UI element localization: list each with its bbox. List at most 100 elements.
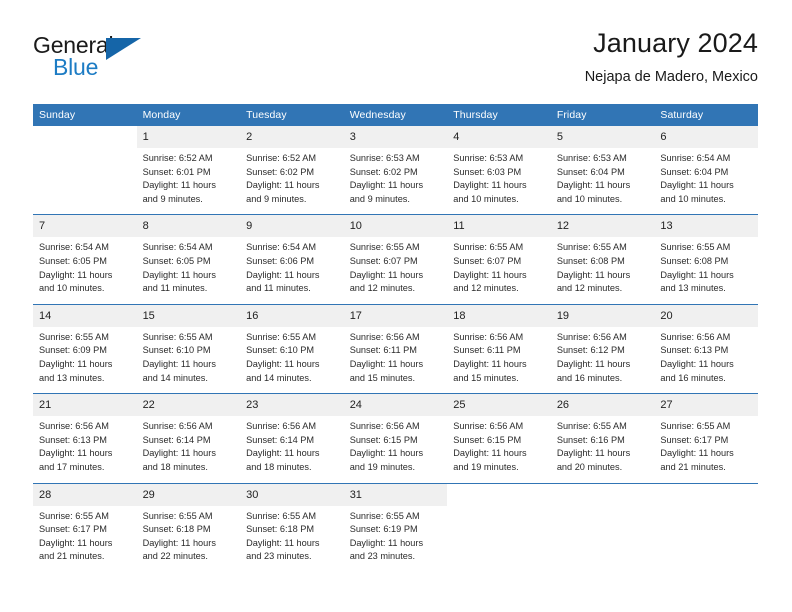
sunrise-text: Sunrise: 6:53 AM xyxy=(349,153,420,163)
day-number: 21 xyxy=(33,394,137,417)
calendar-day-cell[interactable]: 6 Sunrise: 6:54 AM Sunset: 6:04 PM Daylight… xyxy=(654,126,758,215)
sunrise-text: Sunrise: 6:55 AM xyxy=(660,421,731,432)
calendar-day-cell[interactable]: 25 Sunrise: 6:56 AM Sunset: 6:15 PM Dayligh… xyxy=(447,394,551,483)
calendar-header-row: Sunday Monday Tuesday Wednesday Thursday Frid… xyxy=(33,104,758,126)
day-cell-inner: 23 Sunrise: 6:56 AM Sunset: 6:14 PM Dayligh… xyxy=(240,394,344,482)
daylight-text-line1: Daylight: 11 hours xyxy=(556,180,631,191)
calendar-week-row: 7 Sunrise: 6:54 AM Sunset: 6:05 PM Daylight… xyxy=(33,214,758,304)
day-cell-inner: 6 Sunrise: 6:54 AM Sunset: 6:04 PM Daylight… xyxy=(654,126,758,214)
calendar-day-cell[interactable]: 8 Sunrise: 6:54 AM Sunset: 6:05 PM Daylight… xyxy=(136,215,241,304)
calendar-day-cell[interactable]: 24 Sunrise: 6:56 AM Sunset: 6:15 PM Dayligh… xyxy=(343,394,448,483)
daylight-text-line1: Daylight: 11 hours xyxy=(453,180,527,191)
calendar-day-cell[interactable]: 12 Sunrise: 6:55 AM Sunset: 6:08 PM Dayligh… xyxy=(550,215,655,304)
calendar-day-cell[interactable]: 23 Sunrise: 6:56 AM Sunset: 6:14 PM Dayligh… xyxy=(240,394,344,483)
calendar-day-cell[interactable]: 17 Sunrise: 6:56 AM Sunset: 6:11 PM Dayligh… xyxy=(343,304,448,393)
sunrise-text: Sunrise: 6:52 AM xyxy=(246,153,317,163)
sunrise-text: Sunrise: 6:56 AM xyxy=(453,421,524,432)
day-sun-info: Sunrise: 6:56 AM Sunset: 6:14 PM Daylight:… xyxy=(240,416,344,482)
sunset-text: Sunset: 6:05 PM xyxy=(39,255,107,266)
weekday-header-wednesday: Wednesday xyxy=(343,104,448,126)
logo-triangle-icon xyxy=(106,38,141,60)
sunset-text: Sunset: 6:07 PM xyxy=(453,255,522,266)
calendar-cell-empty xyxy=(447,483,551,572)
calendar-day-cell[interactable]: 14 Sunrise: 6:55 AM Sunset: 6:09 PM Dayligh… xyxy=(33,304,137,393)
day-sun-info: Sunrise: 6:54 AM Sunset: 6:05 PM Daylight:… xyxy=(137,237,241,303)
daylight-text-line1: Daylight: 11 hours xyxy=(142,448,216,459)
calendar-day-cell[interactable]: 5 Sunrise: 6:53 AM Sunset: 6:04 PM Daylight… xyxy=(550,126,655,215)
day-sun-info: Sunrise: 6:55 AM Sunset: 6:10 PM Daylight:… xyxy=(137,327,241,393)
calendar-day-cell[interactable]: 7 Sunrise: 6:54 AM Sunset: 6:05 PM Daylight… xyxy=(33,215,137,304)
day-sun-info: Sunrise: 6:56 AM Sunset: 6:14 PM Daylight:… xyxy=(137,416,241,482)
day-sun-info: Sunrise: 6:55 AM Sunset: 6:07 PM Daylight:… xyxy=(447,237,551,303)
day-number xyxy=(447,483,551,506)
daylight-text-line2: and 12 minutes. xyxy=(453,283,519,294)
sunset-text: Sunset: 6:10 PM xyxy=(142,345,211,356)
calendar-day-cell[interactable]: 22 Sunrise: 6:56 AM Sunset: 6:14 PM Dayligh… xyxy=(136,394,241,483)
calendar-day-cell[interactable]: 27 Sunrise: 6:55 AM Sunset: 6:17 PM Dayligh… xyxy=(654,394,758,483)
calendar-day-cell[interactable]: 4 Sunrise: 6:53 AM Sunset: 6:03 PM Daylight… xyxy=(447,126,551,215)
calendar-day-cell[interactable]: 9 Sunrise: 6:54 AM Sunset: 6:06 PM Daylight… xyxy=(240,215,344,304)
sunset-text: Sunset: 6:18 PM xyxy=(142,524,211,535)
calendar-day-cell[interactable]: 19 Sunrise: 6:56 AM Sunset: 6:12 PM Dayligh… xyxy=(550,304,655,393)
sunrise-text: Sunrise: 6:55 AM xyxy=(142,510,213,521)
calendar-day-cell[interactable]: 16 Sunrise: 6:55 AM Sunset: 6:10 PM Dayligh… xyxy=(240,304,344,393)
sunset-text: Sunset: 6:11 PM xyxy=(349,345,417,356)
day-number: 16 xyxy=(240,304,344,327)
calendar-day-cell[interactable]: 30 Sunrise: 6:55 AM Sunset: 6:18 PM Dayligh… xyxy=(240,483,344,572)
calendar-day-cell[interactable]: 21 Sunrise: 6:56 AM Sunset: 6:13 PM Dayligh… xyxy=(33,394,137,483)
day-sun-info: Sunrise: 6:54 AM Sunset: 6:05 PM Daylight:… xyxy=(33,237,137,303)
sunset-text: Sunset: 6:02 PM xyxy=(349,166,418,177)
calendar-day-cell[interactable]: 29 Sunrise: 6:55 AM Sunset: 6:18 PM Dayligh… xyxy=(136,483,241,572)
weekday-header-monday: Monday xyxy=(136,104,241,126)
general-blue-logo[interactable]: General Blue xyxy=(33,32,153,88)
calendar-day-cell[interactable]: 26 Sunrise: 6:55 AM Sunset: 6:16 PM Dayligh… xyxy=(550,394,655,483)
daylight-text-line2: and 10 minutes. xyxy=(660,193,726,204)
calendar-day-cell[interactable]: 15 Sunrise: 6:55 AM Sunset: 6:10 PM Dayligh… xyxy=(136,304,241,393)
day-cell-inner: 9 Sunrise: 6:54 AM Sunset: 6:06 PM Daylight… xyxy=(240,215,344,303)
daylight-text-line1: Daylight: 11 hours xyxy=(142,537,216,548)
calendar-day-cell[interactable]: 31 Sunrise: 6:55 AM Sunset: 6:19 PM Dayligh… xyxy=(343,483,448,572)
day-number: 11 xyxy=(447,215,551,238)
day-number: 1 xyxy=(136,126,241,148)
daylight-text-line1: Daylight: 11 hours xyxy=(39,358,113,369)
calendar-day-cell[interactable]: 1 Sunrise: 6:52 AM Sunset: 6:01 PM Daylight… xyxy=(136,126,241,215)
daylight-text-line1: Daylight: 11 hours xyxy=(246,358,320,369)
day-cell-inner: 4 Sunrise: 6:53 AM Sunset: 6:03 PM Daylight… xyxy=(447,126,551,214)
calendar-day-cell[interactable]: 28 Sunrise: 6:55 AM Sunset: 6:17 PM Dayligh… xyxy=(33,483,137,572)
daylight-text-line2: and 18 minutes. xyxy=(142,461,208,472)
day-number: 28 xyxy=(33,483,137,506)
day-sun-info: Sunrise: 6:55 AM Sunset: 6:08 PM Daylight:… xyxy=(654,237,758,303)
daylight-text-line1: Daylight: 11 hours xyxy=(660,269,734,280)
day-number: 30 xyxy=(240,483,344,506)
daylight-text-line1: Daylight: 11 hours xyxy=(453,269,527,280)
sunset-text: Sunset: 6:18 PM xyxy=(246,524,315,535)
day-cell-inner: 7 Sunrise: 6:54 AM Sunset: 6:05 PM Daylight… xyxy=(33,215,137,303)
page-subtitle: Nejapa de Madero, Mexico xyxy=(584,69,758,85)
day-number: 18 xyxy=(447,304,551,327)
day-sun-info: Sunrise: 6:55 AM Sunset: 6:08 PM Daylight:… xyxy=(551,237,655,303)
day-number: 3 xyxy=(343,126,448,148)
calendar-day-cell[interactable]: 3 Sunrise: 6:53 AM Sunset: 6:02 PM Daylight… xyxy=(343,126,448,215)
day-cell-inner: 12 Sunrise: 6:55 AM Sunset: 6:08 PM Dayligh… xyxy=(550,215,655,303)
calendar-day-cell[interactable]: 18 Sunrise: 6:56 AM Sunset: 6:11 PM Dayligh… xyxy=(447,304,551,393)
day-sun-info: Sunrise: 6:55 AM Sunset: 6:16 PM Daylight:… xyxy=(551,416,655,482)
calendar-day-cell[interactable]: 20 Sunrise: 6:56 AM Sunset: 6:13 PM Dayligh… xyxy=(654,304,758,393)
day-sun-info: Sunrise: 6:56 AM Sunset: 6:11 PM Daylight:… xyxy=(344,327,448,393)
sunrise-text: Sunrise: 6:55 AM xyxy=(39,331,109,342)
calendar-day-cell[interactable]: 10 Sunrise: 6:55 AM Sunset: 6:07 PM Dayligh… xyxy=(343,215,448,304)
calendar-day-cell[interactable]: 11 Sunrise: 6:55 AM Sunset: 6:07 PM Dayligh… xyxy=(447,215,551,304)
calendar-day-cell[interactable]: 13 Sunrise: 6:55 AM Sunset: 6:08 PM Dayligh… xyxy=(654,215,758,304)
day-sun-info: Sunrise: 6:54 AM Sunset: 6:06 PM Daylight:… xyxy=(240,237,344,303)
day-sun-info: Sunrise: 6:55 AM Sunset: 6:18 PM Daylight:… xyxy=(137,506,241,572)
day-cell-inner: 31 Sunrise: 6:55 AM Sunset: 6:19 PM Dayligh… xyxy=(343,483,448,572)
daylight-text-line1: Daylight: 11 hours xyxy=(246,180,320,191)
day-cell-inner: 17 Sunrise: 6:56 AM Sunset: 6:11 PM Dayligh… xyxy=(343,304,448,393)
calendar-day-cell[interactable]: 2 Sunrise: 6:52 AM Sunset: 6:02 PM Daylight… xyxy=(240,126,344,215)
day-number: 8 xyxy=(136,215,241,238)
calendar-cell-empty xyxy=(654,483,758,572)
daylight-text-line2: and 10 minutes. xyxy=(39,283,105,294)
day-sun-info: Sunrise: 6:54 AM Sunset: 6:04 PM Daylight:… xyxy=(654,148,758,214)
day-cell-inner: 22 Sunrise: 6:56 AM Sunset: 6:14 PM Dayligh… xyxy=(136,394,241,482)
daylight-text-line1: Daylight: 11 hours xyxy=(556,448,631,459)
day-cell-inner: 11 Sunrise: 6:55 AM Sunset: 6:07 PM Dayligh… xyxy=(447,215,551,303)
